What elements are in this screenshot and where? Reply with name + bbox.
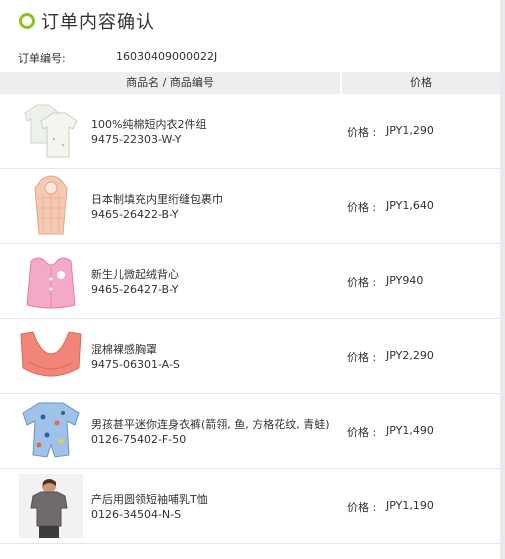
price-label: 价格 : <box>347 426 377 439</box>
product-name[interactable]: 产后用圆领短袖哺乳T恤 <box>91 491 208 507</box>
circle-bullet-icon <box>19 13 35 29</box>
price-value: JPY2,290 <box>386 349 434 362</box>
column-header-price: 价格 <box>410 76 432 89</box>
price-value: JPY1,190 <box>386 499 434 512</box>
table-row: 新生儿微起绒背心 9465-26427-B-Y 价格 : JPY940 <box>0 244 500 319</box>
product-name[interactable]: 日本制填充内里绗缝包裹巾 <box>91 191 223 207</box>
product-image-nursing-tshirt[interactable] <box>19 474 83 538</box>
page-title: 订单内容确认 <box>41 12 155 33</box>
price-label: 价格 : <box>347 351 377 364</box>
order-number-row: 订单编号: 16030409000022J <box>18 50 217 66</box>
product-image-coral-bra[interactable] <box>19 324 83 388</box>
product-image-quilted-swaddle[interactable] <box>19 174 83 238</box>
price-value: JPY1,490 <box>386 424 434 437</box>
right-edge-bar <box>500 0 505 559</box>
product-image-white-undershirts[interactable] <box>19 99 83 163</box>
product-code: 9475-22303-W-Y <box>91 133 182 146</box>
order-confirmation-page: 订单内容确认 订单编号: 16030409000022J 商品名 / 商品编号 … <box>0 0 500 559</box>
table-row: 100%纯棉短内衣2件组 9475-22303-W-Y 价格 : JPY1,29… <box>0 94 500 169</box>
order-items-list: 100%纯棉短内衣2件组 9475-22303-W-Y 价格 : JPY1,29… <box>0 94 500 544</box>
product-name[interactable]: 混棉裸感胸罩 <box>91 341 157 357</box>
price-label: 价格 : <box>347 126 377 139</box>
product-image-blue-romper[interactable] <box>19 399 83 463</box>
page-header: 订单内容确认 <box>19 10 155 33</box>
table-row: 日本制填充内里绗缝包裹巾 9465-26422-B-Y 价格 : JPY1,64… <box>0 169 500 244</box>
price-value: JPY1,290 <box>386 124 434 137</box>
table-row: 产后用圆领短袖哺乳T恤 0126-34504-N-S 价格 : JPY1,190 <box>0 469 500 544</box>
product-name[interactable]: 新生儿微起绒背心 <box>91 266 179 282</box>
order-number-label: 订单编号: <box>18 52 66 65</box>
product-name[interactable]: 男孩甚平迷你连身衣裤(箭翎, 鱼, 方格花纹, 青蛙) <box>91 416 330 432</box>
price-label: 价格 : <box>347 276 377 289</box>
product-code: 9465-26422-B-Y <box>91 208 179 221</box>
product-code: 0126-75402-F-50 <box>91 433 187 446</box>
product-code: 0126-34504-N-S <box>91 508 182 521</box>
product-code: 9465-26427-B-Y <box>91 283 179 296</box>
order-number-value: 16030409000022J <box>116 50 218 63</box>
table-row: 混棉裸感胸罩 9475-06301-A-S 价格 : JPY2,290 <box>0 319 500 394</box>
price-value: JPY1,640 <box>386 199 434 212</box>
product-image-pink-vest[interactable] <box>19 249 83 313</box>
column-header-product: 商品名 / 商品编号 <box>0 72 342 94</box>
table-header: 商品名 / 商品编号 价格 <box>0 72 500 94</box>
price-value: JPY940 <box>386 274 424 287</box>
price-label: 价格 : <box>347 501 377 514</box>
price-label: 价格 : <box>347 201 377 214</box>
product-name[interactable]: 100%纯棉短内衣2件组 <box>91 116 206 132</box>
table-row: 男孩甚平迷你连身衣裤(箭翎, 鱼, 方格花纹, 青蛙) 0126-75402-F… <box>0 394 500 469</box>
product-code: 9475-06301-A-S <box>91 358 180 371</box>
